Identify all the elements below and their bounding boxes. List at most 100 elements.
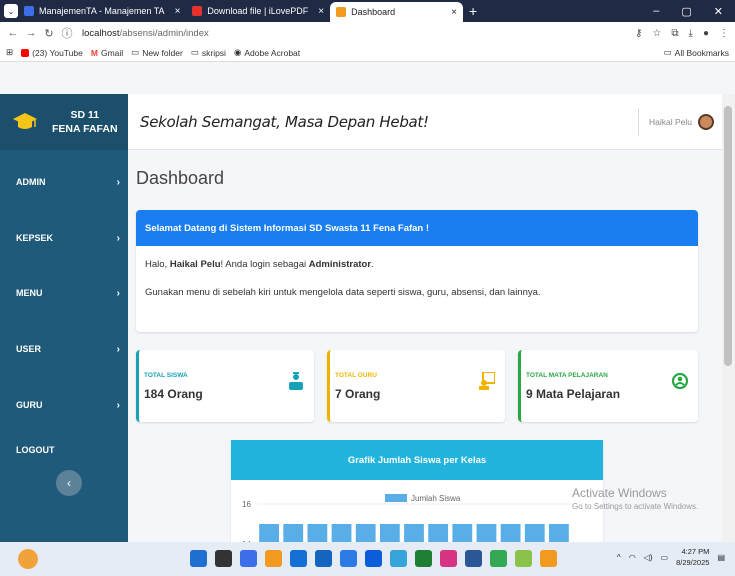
taskbar-app-icon[interactable] xyxy=(415,550,432,567)
browser-tab-0[interactable]: ManajemenTA - Manajemen TA × xyxy=(18,0,186,22)
user-menu[interactable]: Haikal Pelu xyxy=(638,107,722,136)
bar[interactable] xyxy=(379,524,400,542)
tab-favicon-icon xyxy=(336,7,347,17)
bar[interactable] xyxy=(428,524,449,542)
forward-icon[interactable]: → xyxy=(24,27,38,39)
all-bookmarks-button[interactable]: ▭ All Bookmarks xyxy=(664,47,729,58)
stat-card-total-guru: TOTAL GURU 7 Orang xyxy=(327,350,505,422)
bookmark-new-folder[interactable]: ▭ New folder xyxy=(131,47,183,58)
tab-favicon-icon xyxy=(192,6,203,16)
extensions-icon[interactable]: ⧉ xyxy=(671,28,678,39)
close-window-icon[interactable]: ✕ xyxy=(714,5,723,18)
maximize-icon[interactable]: ▢ xyxy=(681,5,691,18)
welcome-greeting: Halo, Haikal Pelu! Anda login sebagai Ad… xyxy=(145,258,689,272)
minimize-icon[interactable]: – xyxy=(653,5,659,18)
bar-chart: Jumlah Siswa1614 xyxy=(242,494,571,542)
taskbar-app-icon[interactable] xyxy=(340,550,357,567)
taskbar-app-icon[interactable] xyxy=(390,550,407,567)
reload-icon[interactable]: ↻ xyxy=(42,27,56,40)
bar[interactable] xyxy=(549,524,569,542)
bookmarks-bar: ⊞ (23) YouTube M Gmail ▭ New folder ▭ skrip… xyxy=(0,44,735,62)
tray-chevron-icon[interactable]: ^ xyxy=(617,553,621,562)
school-name-line2: FENA FAFAN xyxy=(52,123,118,135)
site-info-icon[interactable]: ⓘ xyxy=(60,25,74,41)
profile-icon[interactable]: ● xyxy=(703,28,709,39)
bar[interactable] xyxy=(500,524,521,542)
page-scrollbar[interactable] xyxy=(722,94,735,542)
volume-icon[interactable]: ◁) xyxy=(644,553,653,562)
greeting-end: . xyxy=(371,259,374,270)
bookmark-label: Gmail xyxy=(100,47,124,58)
greeting-name: Haikal Pelu xyxy=(169,259,221,270)
bookmark-star-icon[interactable]: ☆ xyxy=(652,28,661,39)
sidebar-item-user[interactable]: USER › xyxy=(0,339,128,359)
sidebar-toggle-button[interactable]: ‹ xyxy=(56,470,82,496)
bookmark-skripsi[interactable]: ▭ skripsi xyxy=(191,47,226,58)
sidebar-item-label: USER xyxy=(16,344,42,354)
bar[interactable] xyxy=(404,524,424,542)
greeting-role: Administrator xyxy=(308,259,372,270)
sidebar-item-admin[interactable]: ADMIN › xyxy=(0,172,128,192)
browser-tab-2[interactable]: Dashboard × xyxy=(330,2,463,22)
new-tab-button[interactable]: + xyxy=(469,3,477,19)
browser-tab-1[interactable]: Download file | iLovePDF × xyxy=(186,0,330,22)
school-name-line1: SD 11 xyxy=(70,109,100,121)
bookmark-gmail[interactable]: M Gmail xyxy=(91,48,123,58)
url-field[interactable]: localhost/absensi/admin/index xyxy=(82,28,209,39)
bar[interactable] xyxy=(476,524,497,542)
sidebar-item-logout[interactable]: LOGOUT xyxy=(0,440,128,460)
watermark-line2: Go to Settings to activate Windows. xyxy=(572,502,699,511)
bar[interactable] xyxy=(355,524,376,542)
password-key-icon[interactable]: ⚷ xyxy=(635,28,642,39)
bar[interactable] xyxy=(259,524,279,542)
window-controls: – ▢ ✕ xyxy=(653,5,735,18)
taskbar-app-icon[interactable] xyxy=(215,550,232,567)
browser-tab-bar: ⌄ ManajemenTA - Manajemen TA × Download … xyxy=(0,0,735,22)
taskbar-app-icon[interactable] xyxy=(240,550,257,567)
taskbar-app-icon[interactable] xyxy=(265,550,282,567)
bar[interactable] xyxy=(524,524,545,542)
taskbar-app-icon[interactable] xyxy=(490,550,507,567)
bar[interactable] xyxy=(307,524,328,542)
bar[interactable] xyxy=(283,524,304,542)
wifi-icon[interactable]: ◠ xyxy=(629,553,636,562)
greeting-prefix: Halo, xyxy=(145,259,170,270)
weather-icon[interactable] xyxy=(18,549,38,569)
battery-icon[interactable]: ▭ xyxy=(661,553,669,562)
taskbar-app-icon[interactable] xyxy=(315,550,332,567)
students-icon xyxy=(289,372,303,390)
download-icon[interactable]: ⤓ xyxy=(689,28,693,39)
tab-close-icon[interactable]: × xyxy=(318,6,324,17)
sidebar-item-guru[interactable]: GURU › xyxy=(0,395,128,415)
school-name: SD 11 FENA FAFAN xyxy=(52,108,118,136)
sidebar-item-kepsek[interactable]: KEPSEK › xyxy=(0,228,128,248)
taskbar-app-icon[interactable] xyxy=(190,550,207,567)
notification-icon[interactable]: ▤ xyxy=(717,553,725,562)
tab-search-icon[interactable]: ⌄ xyxy=(4,4,18,18)
graduation-cap-icon xyxy=(13,113,37,129)
menu-kebab-icon[interactable]: ⋮ xyxy=(719,28,729,39)
taskbar-app-icon[interactable] xyxy=(515,550,532,567)
welcome-card-body: Halo, Haikal Pelu! Anda login sebagai Ad… xyxy=(136,246,698,312)
taskbar-app-icon[interactable] xyxy=(365,550,382,567)
bar[interactable] xyxy=(331,524,352,542)
bookmark-adobe-acrobat[interactable]: ◉ Adobe Acrobat xyxy=(234,47,300,58)
sidebar-brand[interactable]: SD 11 FENA FAFAN xyxy=(0,94,128,150)
taskbar-app-icon[interactable] xyxy=(465,550,482,567)
sidebar-item-label: LOGOUT xyxy=(16,445,55,455)
taskbar-app-icon[interactable] xyxy=(290,550,307,567)
bookmark-youtube[interactable]: (23) YouTube xyxy=(21,48,83,58)
sidebar-item-menu[interactable]: MENU › xyxy=(0,283,128,303)
apps-grid-icon[interactable]: ⊞ xyxy=(6,47,13,58)
tab-close-icon[interactable]: × xyxy=(451,7,457,18)
y-tick-label: 16 xyxy=(242,500,251,509)
watermark-line1: Activate Windows xyxy=(572,486,667,500)
taskbar-app-icon[interactable] xyxy=(540,550,557,567)
school-slogan: Sekolah Semangat, Masa Depan Hebat! xyxy=(140,112,429,131)
clock[interactable]: 4:27 PM 8/29/2025 xyxy=(676,546,709,568)
bar[interactable] xyxy=(452,524,473,542)
back-icon[interactable]: ← xyxy=(6,27,20,39)
taskbar-app-icon[interactable] xyxy=(440,550,457,567)
scrollbar-thumb[interactable] xyxy=(724,106,732,366)
tab-close-icon[interactable]: × xyxy=(175,6,181,17)
